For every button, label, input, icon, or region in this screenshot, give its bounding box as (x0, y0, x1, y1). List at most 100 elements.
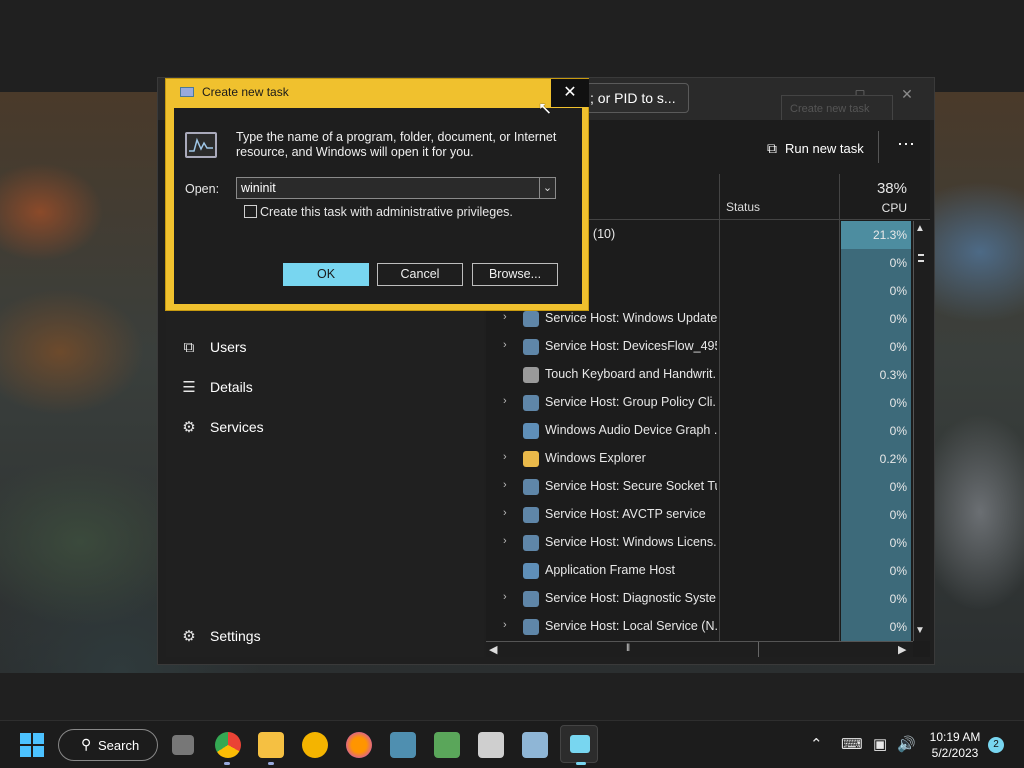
gear-icon (523, 619, 539, 635)
remote-desktop-icon[interactable] (390, 732, 416, 758)
gear-icon (523, 311, 539, 327)
open-combobox-input[interactable] (236, 177, 540, 199)
file-explorer-icon[interactable] (258, 732, 284, 758)
process-name: Touch Keyboard and Handwrit... (545, 367, 717, 381)
app-icon (523, 423, 539, 439)
table-row[interactable]: Windows Audio Device Graph ... 0% (486, 417, 913, 445)
chevron-down-icon: ⌄ (542, 182, 553, 194)
chrome-canary-icon[interactable] (302, 732, 328, 758)
search-input[interactable]: ; or PID to s... (586, 83, 689, 113)
scroll-up-icon[interactable]: ▲ (915, 223, 925, 234)
table-row[interactable]: › Service Host: Local Service (N... 0% (486, 613, 913, 641)
system-clock[interactable]: 10:19 AM 5/2/2023 (922, 729, 988, 761)
gear-icon (523, 535, 539, 551)
notepad-icon[interactable] (434, 732, 460, 758)
cpu-cell: 0% (841, 473, 911, 501)
horizontal-scrollbar[interactable]: ◀ ‖ ▶ (486, 641, 913, 657)
cpu-cell: 0.2% (841, 445, 911, 473)
cpu-cell: 0% (841, 305, 911, 333)
start-button[interactable] (20, 733, 44, 757)
sidebar-item-services[interactable]: ⚙ Services (178, 409, 468, 445)
taskbar-search-label: Search (98, 737, 140, 753)
sidebar-item-details[interactable]: ☰ Details (178, 369, 468, 405)
open-dropdown-button[interactable]: ⌄ (539, 177, 556, 199)
vertical-scrollbar[interactable]: ▲ ▼ (913, 221, 930, 641)
cpu-cell: 0% (841, 333, 911, 361)
notification-badge[interactable]: 2 (988, 737, 1004, 753)
cpu-cell: 0% (841, 585, 911, 613)
more-options-button[interactable]: ⋯ (892, 134, 920, 162)
process-name: Service Host: AVCTP service (545, 507, 706, 521)
admin-privileges-label[interactable]: Create this task with administrative pri… (260, 205, 513, 219)
browse-button[interactable]: Browse... (472, 263, 558, 286)
taskbar-search-button[interactable]: ⚲ Search (58, 729, 158, 761)
news-app-icon[interactable] (478, 732, 504, 758)
table-row[interactable]: › Service Host: Diagnostic Syste... 0% (486, 585, 913, 613)
cpu-total-percent: 38% (876, 180, 907, 197)
cpu-cell: 0% (841, 249, 911, 277)
keyboard-icon (523, 367, 539, 383)
dialog-close-button[interactable]: ✕ (551, 79, 589, 107)
cpu-cell: 0% (841, 529, 911, 557)
table-row[interactable]: Application Frame Host 0% (486, 557, 913, 585)
scroll-track (502, 642, 759, 657)
expand-chevron-icon[interactable]: › (503, 479, 507, 491)
volume-icon[interactable]: 🔊 (897, 735, 916, 753)
active-indicator (576, 762, 586, 765)
sidebar-item-users[interactable]: ⧉ Users (178, 329, 468, 365)
chrome-icon[interactable] (215, 732, 241, 758)
expand-chevron-icon[interactable]: › (503, 311, 507, 323)
expand-chevron-icon[interactable]: › (503, 395, 507, 407)
firefox-icon[interactable] (346, 732, 372, 758)
expand-chevron-icon[interactable]: › (503, 339, 507, 351)
scroll-down-icon[interactable]: ▼ (915, 625, 925, 636)
table-row[interactable]: › Service Host: DevicesFlow_495... 0% (486, 333, 913, 361)
task-view-icon[interactable] (172, 735, 194, 755)
run-program-icon (185, 132, 217, 158)
run-dialog-icon (570, 735, 590, 753)
cpu-cell: 0% (841, 613, 911, 641)
process-name: Service Host: Diagnostic Syste... (545, 591, 717, 605)
cpu-column-header[interactable]: CPU (841, 201, 907, 215)
process-name: Service Host: Windows Update (545, 311, 717, 325)
table-row[interactable]: Touch Keyboard and Handwrit... 0.3% (486, 361, 913, 389)
sidebar-item-settings[interactable]: ⚙ Settings (178, 618, 468, 654)
process-name: Windows Audio Device Graph ... (545, 423, 717, 437)
cpu-cell: 0% (841, 277, 911, 305)
divider (878, 131, 879, 163)
ok-button[interactable]: OK (283, 263, 369, 286)
expand-chevron-icon[interactable]: › (503, 451, 507, 463)
scroll-left-icon[interactable]: ◀ (489, 643, 497, 656)
run-task-icon: ⧉ (767, 139, 777, 156)
admin-privileges-checkbox[interactable] (244, 205, 257, 218)
cpu-cell: 0% (841, 417, 911, 445)
status-column-header[interactable]: Status (726, 200, 760, 214)
run-dialog-taskbar-button[interactable] (560, 725, 598, 763)
details-icon: ☰ (182, 379, 196, 396)
gear-icon (523, 479, 539, 495)
keyboard-icon[interactable]: ⌨ (841, 735, 863, 753)
table-row[interactable]: › Service Host: AVCTP service 0% (486, 501, 913, 529)
run-new-task-button[interactable]: ⧉ Run new task (767, 134, 864, 162)
gear-icon: ⚙ (182, 628, 196, 645)
task-manager-taskbar-icon[interactable] (522, 732, 548, 758)
chevron-up-icon[interactable]: ⌃ (810, 735, 823, 753)
expand-chevron-icon[interactable]: › (503, 535, 507, 547)
scroll-thumb[interactable]: ‖ (626, 643, 630, 654)
table-row[interactable]: › Service Host: Windows Licens... 0% (486, 529, 913, 557)
cancel-button[interactable]: Cancel (377, 263, 463, 286)
expand-chevron-icon[interactable]: › (503, 591, 507, 603)
network-icon[interactable]: ▣ (873, 735, 887, 753)
task-manager-icon (180, 87, 194, 97)
scroll-thumb[interactable] (918, 254, 924, 262)
expand-chevron-icon[interactable]: › (503, 619, 507, 631)
expand-chevron-icon[interactable]: › (503, 507, 507, 519)
run-new-task-label: Run new task (785, 140, 864, 156)
scroll-right-icon[interactable]: ▶ (898, 643, 906, 656)
sidebar-item-label: Settings (210, 628, 261, 644)
dialog-title-bar[interactable]: Create new task (180, 85, 289, 99)
table-row[interactable]: › Windows Explorer 0.2% (486, 445, 913, 473)
table-row[interactable]: › Service Host: Group Policy Cli... 0% (486, 389, 913, 417)
table-row[interactable]: › Service Host: Secure Socket Tu... 0% (486, 473, 913, 501)
gear-icon (523, 395, 539, 411)
